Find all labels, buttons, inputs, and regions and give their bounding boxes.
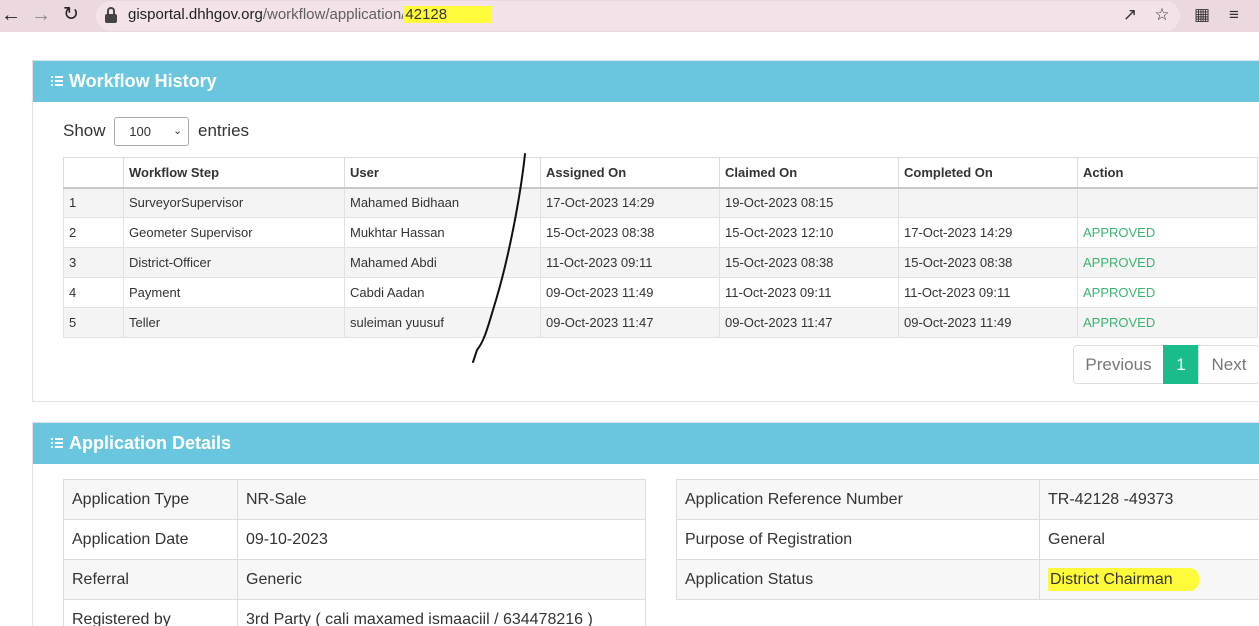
application-details-title: Application Details xyxy=(69,433,232,453)
column-header[interactable]: Claimed On xyxy=(719,157,899,189)
column-header[interactable]: Workflow Step xyxy=(123,157,345,189)
star-icon[interactable]: ☆ xyxy=(1152,5,1172,25)
detail-value: General xyxy=(1039,519,1259,560)
table-row: Application Date 09-10-2023 xyxy=(63,519,646,560)
share-icon[interactable]: ↗ xyxy=(1120,5,1140,25)
table-row: Application Type NR-Sale xyxy=(63,479,646,520)
application-status-value: District Chairman xyxy=(1039,559,1259,600)
workflow-history-panel: Workflow History Show 100 ⌄ entries Workf… xyxy=(32,60,1259,402)
workflow-history-header: Workflow History xyxy=(33,61,1259,102)
detail-value: NR-Sale xyxy=(237,479,646,520)
workflow-history-title: Workflow History xyxy=(69,71,217,91)
table-row: 2 Geometer Supervisor Mukhtar Hassan 15-… xyxy=(63,217,1258,248)
column-header[interactable] xyxy=(63,157,124,189)
table-row: Application Status District Chairman xyxy=(676,559,1259,600)
status-badge: APPROVED xyxy=(1077,247,1258,278)
status-badge: APPROVED xyxy=(1077,307,1258,338)
url-application-id: 42128 xyxy=(403,6,492,23)
table-row: Purpose of Registration General xyxy=(676,519,1259,560)
detail-label: Application Status xyxy=(676,559,1040,600)
table-row: 3 District-Officer Mahamed Abdi 11-Oct-2… xyxy=(63,247,1258,278)
table-row: Registered by 3rd Party ( cali maxamed i… xyxy=(63,599,646,626)
status-badge: APPROVED xyxy=(1077,277,1258,308)
table-row: 1 SurveyorSupervisor Mahamed Bidhaan 17-… xyxy=(63,187,1258,218)
column-header[interactable]: Action xyxy=(1077,157,1258,189)
detail-value: TR-42128 -49373 xyxy=(1039,479,1259,520)
detail-label: Registered by xyxy=(63,599,238,626)
list-icon xyxy=(51,76,63,87)
detail-label: Application Reference Number xyxy=(676,479,1040,520)
detail-label: Application Date xyxy=(63,519,238,560)
chevron-down-icon: ⌄ xyxy=(173,125,183,137)
forward-arrow-icon[interactable]: → xyxy=(30,4,52,26)
browser-toolbar: ← → ↻ gisportal.dhhgov.org/workflow/appl… xyxy=(0,0,1259,32)
table-header-row: Workflow Step User Assigned On Claimed O… xyxy=(63,157,1258,189)
list-icon xyxy=(51,438,63,449)
detail-label: Referral xyxy=(63,559,238,600)
detail-value: 09-10-2023 xyxy=(237,519,646,560)
detail-label: Application Type xyxy=(63,479,238,520)
table-row: Application Reference Number TR-42128 -4… xyxy=(676,479,1259,520)
back-arrow-icon[interactable]: ← xyxy=(0,4,22,26)
detail-value: Generic xyxy=(237,559,646,600)
page-size-select[interactable]: 100 ⌄ xyxy=(114,117,190,146)
reload-icon[interactable]: ↻ xyxy=(60,4,82,26)
page-1-button[interactable]: 1 xyxy=(1163,345,1199,384)
detail-value: 3rd Party ( cali maxamed ismaaciil / 634… xyxy=(237,599,646,626)
workflow-history-table: Workflow Step User Assigned On Claimed O… xyxy=(63,157,1258,338)
detail-label: Purpose of Registration xyxy=(676,519,1040,560)
application-details-left-table: Application Type NR-Sale Application Dat… xyxy=(63,479,646,626)
application-details-panel: Application Details Application Type NR-… xyxy=(32,422,1259,626)
column-header[interactable]: User xyxy=(344,157,541,189)
lock-icon[interactable] xyxy=(104,7,118,23)
entries-length-control: Show 100 ⌄ entries xyxy=(63,117,249,146)
table-row: Referral Generic xyxy=(63,559,646,600)
column-header[interactable]: Assigned On xyxy=(540,157,720,189)
puzzle-icon[interactable]: ▦ xyxy=(1192,5,1212,25)
status-highlight: District Chairman xyxy=(1048,567,1199,591)
url-text[interactable]: gisportal.dhhgov.org/workflow/applicatio… xyxy=(128,6,492,23)
application-details-header: Application Details xyxy=(33,423,1259,464)
reading-list-icon[interactable]: ≡ xyxy=(1224,5,1244,25)
application-details-right-table: Application Reference Number TR-42128 -4… xyxy=(676,479,1259,600)
table-row: 4 Payment Cabdi Aadan 09-Oct-2023 11:49 … xyxy=(63,277,1258,308)
table-row: 5 Teller suleiman yuusuf 09-Oct-2023 11:… xyxy=(63,307,1258,338)
column-header[interactable]: Completed On xyxy=(898,157,1078,189)
status-badge: APPROVED xyxy=(1077,217,1258,248)
next-page-button[interactable]: Next xyxy=(1198,345,1259,384)
previous-page-button[interactable]: Previous xyxy=(1073,345,1164,384)
